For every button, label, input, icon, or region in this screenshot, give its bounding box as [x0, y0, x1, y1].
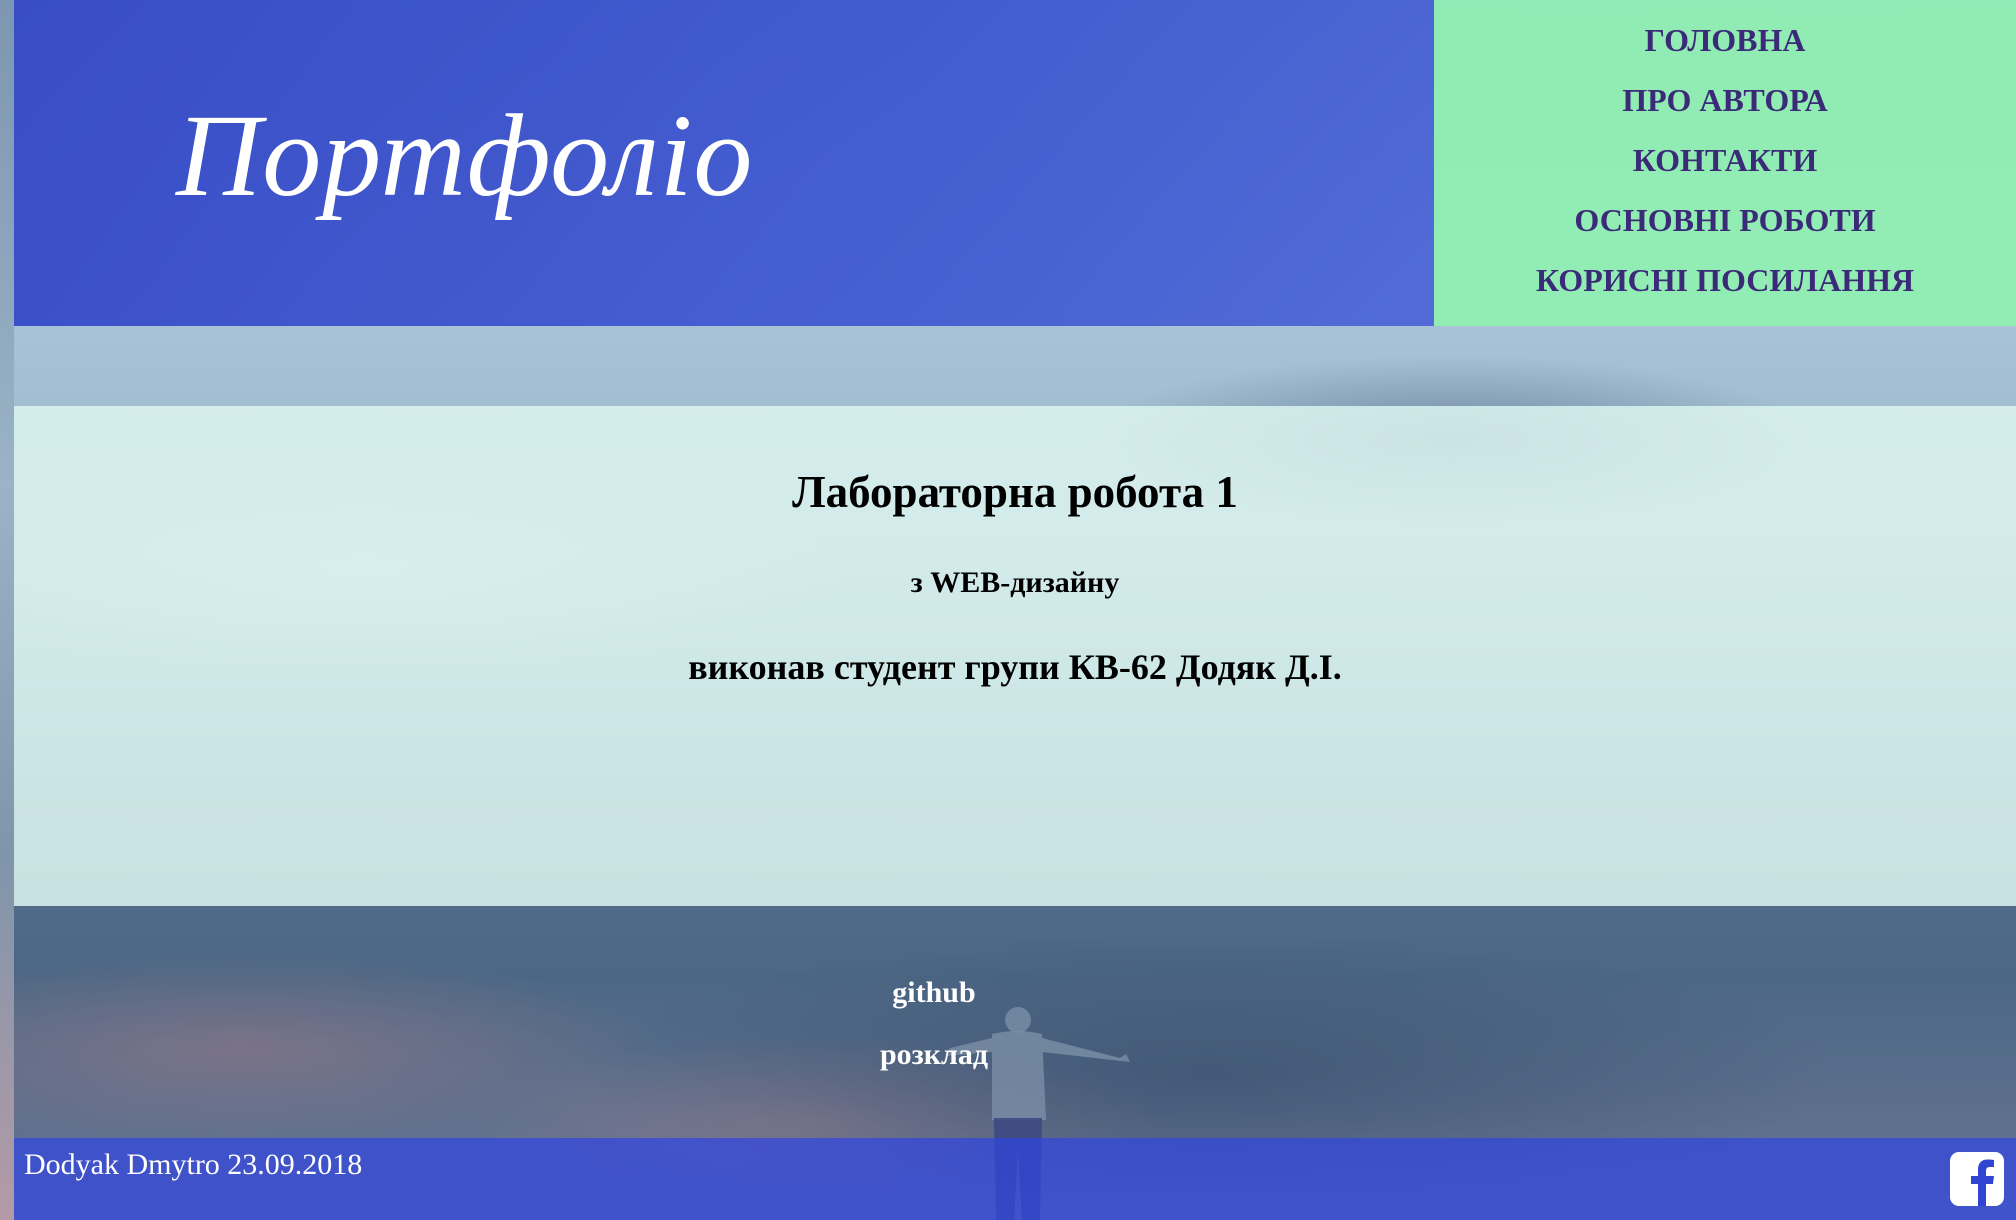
schedule-link[interactable]: розклад — [784, 1038, 1084, 1072]
nav-item-works[interactable]: ОСНОВНІ РОБОТИ — [1434, 190, 2016, 250]
site-footer: Dodyak Dmytro 23.09.2018 — [14, 1138, 2016, 1220]
main-heading: Лабораторна робота 1 — [792, 467, 1238, 517]
site-header: Портфоліо — [14, 0, 1434, 326]
main-nav: ГОЛОВНА ПРО АВТОРА КОНТАКТИ ОСНОВНІ РОБО… — [1434, 0, 2016, 326]
nav-item-home[interactable]: ГОЛОВНА — [1434, 10, 2016, 70]
background-strip — [0, 0, 14, 1220]
github-link[interactable]: github — [784, 976, 1084, 1010]
nav-item-useful-links[interactable]: КОРИСНІ ПОСИЛАННЯ — [1434, 250, 2016, 310]
facebook-icon[interactable] — [1948, 1150, 2006, 1208]
nav-item-contacts[interactable]: КОНТАКТИ — [1434, 130, 2016, 190]
main-content: Лабораторна робота 1 з WEB-дизайну викон… — [14, 406, 2016, 906]
author-line: виконав студент групи КВ-62 Додяк Д.І. — [688, 647, 1342, 687]
nav-item-about[interactable]: ПРО АВТОРА — [1434, 70, 2016, 130]
footer-credit: Dodyak Dmytro 23.09.2018 — [24, 1148, 363, 1181]
main-subheading: з WEB-дизайну — [910, 566, 1120, 599]
site-title: Портфоліо — [176, 90, 754, 221]
